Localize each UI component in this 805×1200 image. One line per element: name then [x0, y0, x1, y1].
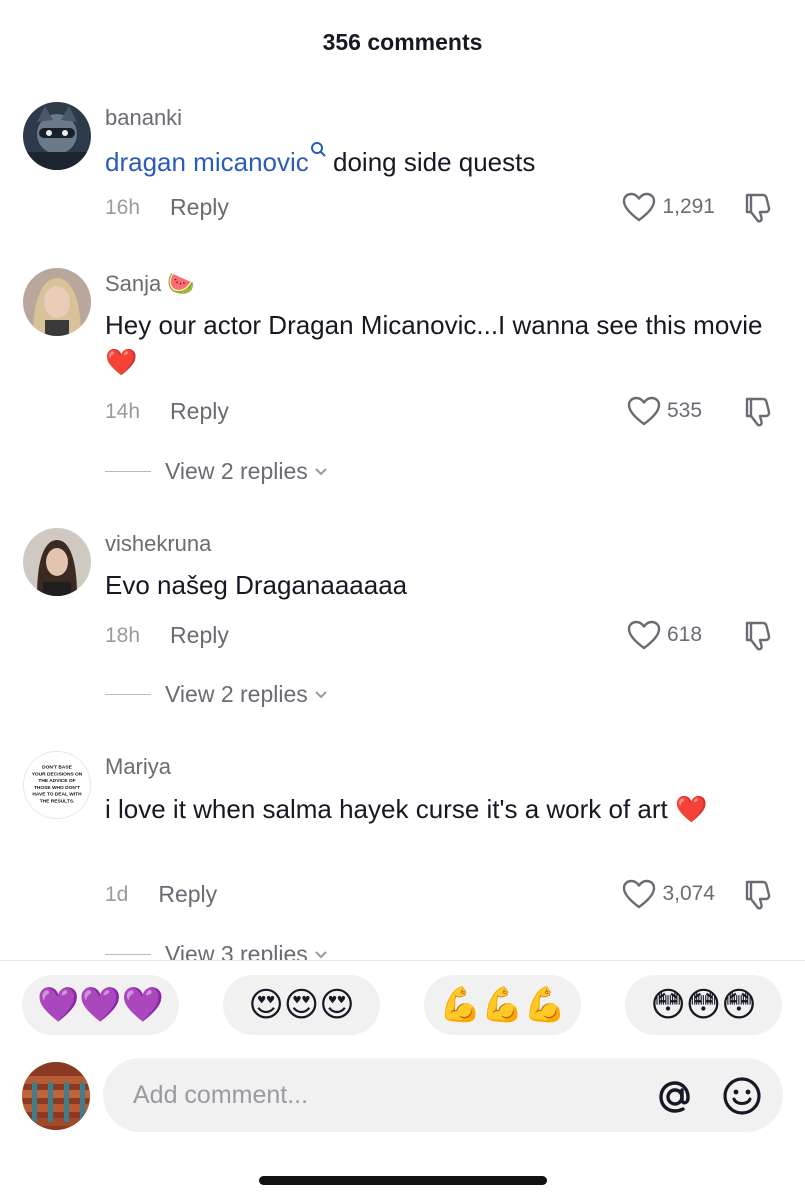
- reaction-flushed-face[interactable]: 😳😳😳: [625, 975, 782, 1035]
- dislike-icon: [745, 397, 771, 427]
- emoji-icon: [723, 1077, 761, 1115]
- comment-text: i love it when salma hayek curse it's a …: [105, 794, 708, 824]
- heart-icon: [627, 396, 661, 426]
- dislike-icon: [745, 193, 771, 223]
- replies-divider: [105, 471, 151, 472]
- avatar-quote-line: THOSE WHO DON'T: [34, 785, 80, 791]
- dislike-button[interactable]: [741, 395, 775, 429]
- heart-icon: [623, 192, 656, 222]
- view-replies-button[interactable]: View 3 replies: [105, 941, 328, 961]
- heart-icon: [627, 620, 661, 650]
- heart-icon: [623, 879, 656, 909]
- comments-list[interactable]: bananki dragan micanovic doing side ques…: [0, 86, 805, 961]
- chevron-down-icon: [315, 467, 327, 475]
- dislike-button[interactable]: [741, 619, 775, 653]
- comment-meta: 14h Reply: [105, 398, 229, 425]
- comment-username[interactable]: vishekruna: [105, 531, 211, 557]
- comment-meta: 16h Reply: [105, 194, 229, 221]
- reply-button[interactable]: Reply: [158, 881, 217, 908]
- comment-time: 14h: [105, 399, 141, 423]
- like-button[interactable]: 535: [627, 396, 715, 426]
- view-replies-label: View 2 replies: [165, 458, 308, 484]
- composer-divider: [0, 960, 805, 961]
- avatar-quote-line: HAVE TO DEAL WITH: [32, 792, 82, 798]
- mention-button[interactable]: [655, 1077, 695, 1117]
- mention-search-icon: [310, 142, 326, 157]
- comment-time: 1d: [105, 882, 129, 906]
- like-count: 535: [667, 399, 703, 422]
- emoji-picker-button[interactable]: [721, 1075, 763, 1117]
- avatar-quote-line: THE RESULTS.: [40, 798, 75, 804]
- comment-time: 18h: [105, 623, 141, 647]
- reply-button[interactable]: Reply: [170, 398, 229, 425]
- quick-reactions-bar: 💜💜💜 😍😍😍 💪💪💪 😳😳😳: [0, 975, 805, 1035]
- comment-username[interactable]: Mariya: [105, 754, 171, 780]
- comment-meta: 1d Reply: [105, 881, 217, 908]
- like-count: 1,291: [662, 195, 715, 218]
- home-indicator[interactable]: [259, 1176, 547, 1185]
- like-count: 618: [667, 623, 703, 646]
- comment-meta: 18h Reply: [105, 622, 229, 649]
- comment-text: dragan micanovic doing side quests: [105, 141, 785, 181]
- view-replies-button[interactable]: View 2 replies: [105, 681, 328, 708]
- avatar[interactable]: [23, 268, 91, 336]
- replies-divider: [105, 694, 151, 695]
- replies-divider: [105, 954, 151, 955]
- avatar[interactable]: [23, 102, 91, 170]
- dislike-icon: [745, 880, 771, 910]
- reaction-purple-heart[interactable]: 💜💜💜: [22, 975, 179, 1035]
- like-count: 3,074: [662, 882, 715, 905]
- avatar-quote-line: DON'T BASE: [42, 765, 72, 771]
- dislike-button[interactable]: [741, 878, 775, 912]
- chevron-down-icon: [315, 690, 327, 698]
- reaction-flexed-biceps[interactable]: 💪💪💪: [424, 975, 581, 1035]
- like-button[interactable]: 618: [627, 620, 715, 650]
- view-replies-label: View 3 replies: [165, 941, 308, 961]
- view-replies-button[interactable]: View 2 replies: [105, 458, 328, 485]
- comment-input[interactable]: [133, 1058, 613, 1132]
- avatar-quote-line: THE ADVICE OF: [38, 778, 75, 784]
- comment-text: Hey our actor Dragan Micanovic...I wanna…: [105, 310, 763, 377]
- comment-time: 16h: [105, 195, 141, 219]
- comment-input-container[interactable]: [103, 1058, 783, 1132]
- comment-body: doing side quests: [325, 147, 536, 177]
- avatar-quote-line: YOUR DECISIONS ON: [32, 771, 83, 777]
- comments-header: 356 comments: [0, 0, 805, 86]
- comments-count-title: 356 comments: [322, 28, 483, 55]
- dislike-icon: [745, 621, 771, 651]
- chevron-down-icon: [315, 950, 327, 958]
- comment-text: Evo našeg Draganaaaaaa: [105, 570, 408, 600]
- like-button[interactable]: 1,291: [622, 192, 715, 222]
- reply-button[interactable]: Reply: [170, 622, 229, 649]
- comment-username[interactable]: Sanja 🍉: [105, 271, 195, 297]
- my-avatar[interactable]: [22, 1062, 90, 1130]
- view-replies-label: View 2 replies: [165, 681, 308, 707]
- reply-button[interactable]: Reply: [170, 194, 229, 221]
- dislike-button[interactable]: [741, 191, 775, 225]
- at-icon: [659, 1081, 690, 1113]
- like-button[interactable]: 3,074: [622, 879, 715, 909]
- comment-username[interactable]: bananki: [105, 105, 182, 131]
- mention-link[interactable]: dragan micanovic: [105, 142, 326, 177]
- avatar[interactable]: DON'T BASE YOUR DECISIONS ON THE ADVICE …: [23, 751, 91, 819]
- reaction-heart-eyes[interactable]: 😍😍😍: [223, 975, 380, 1035]
- comment-composer: [0, 1058, 805, 1134]
- avatar[interactable]: [23, 528, 91, 596]
